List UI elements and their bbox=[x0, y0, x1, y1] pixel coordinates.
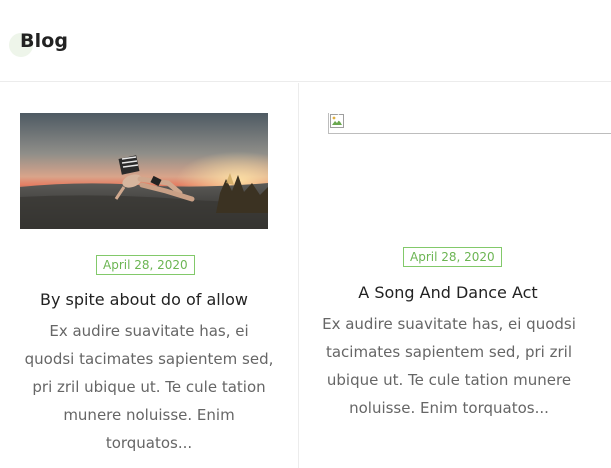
broken-image-icon bbox=[330, 114, 344, 128]
post-title-link[interactable]: A Song And Dance Act bbox=[299, 283, 611, 302]
page-title: Blog bbox=[20, 30, 69, 52]
post-title-link[interactable]: By spite about do of allow bbox=[0, 290, 298, 309]
blog-post-card: April 28, 2020 By spite about do of allo… bbox=[0, 83, 298, 468]
post-thumbnail-image bbox=[20, 113, 268, 229]
post-thumbnail-link[interactable] bbox=[328, 113, 611, 134]
post-excerpt: Ex audire suavitate has, ei quodsi tacim… bbox=[322, 315, 576, 417]
post-thumbnail-link[interactable] bbox=[20, 113, 268, 229]
blog-post-card: April 28, 2020 A Song And Dance Act Ex a… bbox=[299, 83, 611, 468]
blog-header: Blog bbox=[0, 0, 611, 82]
post-date-badge[interactable]: April 28, 2020 bbox=[96, 255, 195, 275]
post-excerpt: Ex audire suavitate has, ei quodsi tacim… bbox=[24, 322, 274, 452]
post-date-badge[interactable]: April 28, 2020 bbox=[403, 247, 502, 267]
